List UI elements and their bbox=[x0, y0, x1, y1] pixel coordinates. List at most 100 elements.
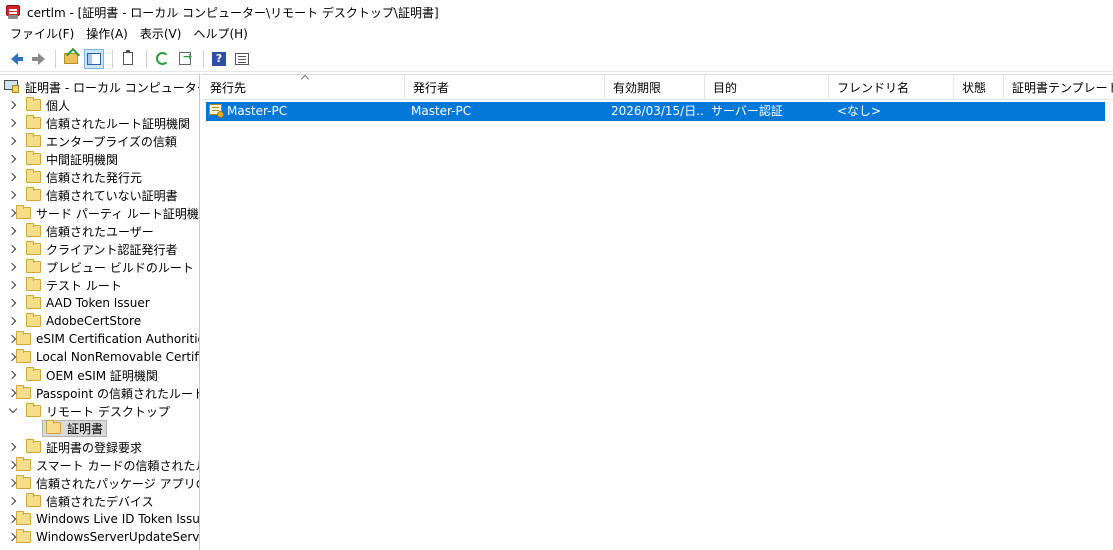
column-label: 目的 bbox=[713, 81, 738, 95]
tree-item-aad-token-issuer[interactable]: AAD Token Issuer bbox=[0, 294, 199, 312]
column-header-issued-to[interactable]: 発行先 bbox=[202, 75, 405, 100]
forward-button[interactable] bbox=[27, 49, 47, 69]
chevron-right-icon[interactable] bbox=[8, 316, 18, 326]
tree-item-untrusted[interactable]: 信頼されていない証明書 bbox=[0, 186, 199, 204]
tree-item-trusted-devices[interactable]: 信頼されたデバイス bbox=[0, 492, 199, 510]
table-row[interactable]: Master-PC Master-PC 2026/03/15/日... サーバー… bbox=[206, 102, 1105, 121]
folder-icon bbox=[26, 169, 41, 183]
chevron-right-icon[interactable] bbox=[8, 370, 18, 380]
folder-icon bbox=[16, 529, 31, 543]
export-list-button[interactable] bbox=[175, 49, 195, 69]
tree-root-local-computer[interactable]: 証明書 - ローカル コンピューター bbox=[4, 78, 199, 96]
tree-item-client-auth-issuers[interactable]: クライアント認証発行者 bbox=[0, 240, 199, 258]
back-button[interactable] bbox=[4, 49, 24, 69]
folder-icon bbox=[16, 349, 31, 363]
chevron-right-icon[interactable] bbox=[8, 262, 18, 272]
export-list-icon bbox=[179, 50, 192, 65]
chevron-right-icon[interactable] bbox=[8, 100, 18, 110]
properties-button[interactable] bbox=[232, 49, 252, 69]
folder-icon bbox=[26, 187, 41, 201]
column-header-friendly-name[interactable]: フレンドリ名 bbox=[829, 75, 954, 100]
menu-action[interactable]: 操作(A) bbox=[80, 24, 134, 44]
tree-item-local-nonremovable[interactable]: Local NonRemovable Certificates bbox=[0, 348, 199, 366]
tree-item-esim-ca[interactable]: eSIM Certification Authorities bbox=[0, 330, 200, 348]
tree-item-label: 信頼されたルート証明機関 bbox=[46, 116, 191, 131]
tree-item-passpoint-roots[interactable]: Passpoint の信頼されたルート bbox=[0, 384, 199, 402]
tree-item-trusted-people[interactable]: 信頼されたユーザー bbox=[0, 222, 199, 240]
folder-icon bbox=[26, 439, 41, 453]
tree-item-trusted-root[interactable]: 信頼されたルート証明機関 bbox=[0, 114, 199, 132]
tree-item-preview-build-roots[interactable]: プレビュー ビルドのルート bbox=[0, 258, 199, 276]
tree-item-personal[interactable]: 個人 bbox=[0, 96, 199, 114]
certificate-list[interactable]: 発行先 発行者 有効期限 目的 フレンドリ名 状態 証明書テンプレート Mast… bbox=[202, 74, 1113, 550]
certlm-app-icon bbox=[5, 4, 21, 20]
console-tree[interactable]: 証明書 - ローカル コンピューター 個人 信頼されたルート証明機関 エンタープ… bbox=[0, 74, 200, 550]
toolbar-separator bbox=[55, 49, 56, 68]
menu-view[interactable]: 表示(V) bbox=[134, 24, 188, 44]
folder-icon bbox=[26, 493, 41, 507]
cell-expiration: 2026/03/15/日... bbox=[611, 104, 705, 118]
chevron-down-icon[interactable] bbox=[8, 406, 18, 416]
folder-icon bbox=[26, 241, 41, 255]
tree-item-test-roots[interactable]: テスト ルート bbox=[0, 276, 199, 294]
tree-item-enterprise-trust[interactable]: エンタープライズの信頼 bbox=[0, 132, 199, 150]
sort-ascending-icon bbox=[300, 75, 310, 84]
chevron-right-icon[interactable] bbox=[8, 496, 18, 506]
refresh-button[interactable] bbox=[152, 49, 172, 69]
copy-button[interactable] bbox=[118, 49, 138, 69]
toolbar: ? bbox=[0, 46, 1113, 72]
column-header-template[interactable]: 証明書テンプレート bbox=[1004, 75, 1113, 100]
folder-icon bbox=[46, 420, 61, 434]
chevron-right-icon[interactable] bbox=[8, 226, 18, 236]
folder-icon bbox=[16, 457, 31, 471]
chevron-right-icon[interactable] bbox=[8, 280, 18, 290]
chevron-right-icon[interactable] bbox=[8, 442, 18, 452]
folder-icon bbox=[16, 475, 31, 489]
chevron-right-icon[interactable] bbox=[8, 298, 18, 308]
tree-item-remote-desktop-certificates[interactable]: 証明書 bbox=[42, 419, 199, 437]
toolbar-separator bbox=[146, 49, 147, 68]
chevron-right-icon[interactable] bbox=[8, 244, 18, 254]
chevron-right-icon[interactable] bbox=[8, 154, 18, 164]
forward-icon bbox=[31, 52, 45, 65]
tree-item-oem-esim-ca[interactable]: OEM eSIM 証明機関 bbox=[0, 366, 199, 384]
chevron-right-icon[interactable] bbox=[8, 136, 18, 146]
chevron-right-icon[interactable] bbox=[8, 190, 18, 200]
tree-item-smart-card-roots[interactable]: スマート カードの信頼されたルート bbox=[0, 456, 199, 474]
folder-icon bbox=[26, 133, 41, 147]
cell-issued-to: Master-PC bbox=[227, 104, 288, 118]
tree-item-label: プレビュー ビルドのルート bbox=[46, 260, 194, 275]
tree-item-trusted-publishers[interactable]: 信頼された発行元 bbox=[0, 168, 199, 186]
menu-help[interactable]: ヘルプ(H) bbox=[187, 24, 253, 44]
chevron-right-icon[interactable] bbox=[8, 172, 18, 182]
column-header-expiration[interactable]: 有効期限 bbox=[605, 75, 705, 100]
tree-item-label: 証明書の登録要求 bbox=[46, 440, 143, 455]
refresh-icon bbox=[155, 52, 169, 65]
up-one-level-button[interactable] bbox=[61, 49, 81, 69]
tree-item-label: AAD Token Issuer bbox=[46, 296, 150, 310]
folder-icon bbox=[26, 295, 41, 309]
tree-item-trusted-package-installers[interactable]: 信頼されたパッケージ アプリのインストール元 bbox=[0, 474, 199, 492]
menu-file[interactable]: ファイル(F) bbox=[4, 24, 80, 44]
column-header-issued-by[interactable]: 発行者 bbox=[405, 75, 605, 100]
selected-tree-node[interactable]: 証明書 bbox=[42, 419, 108, 437]
tree-item-intermediate-ca[interactable]: 中間証明機関 bbox=[0, 150, 199, 168]
tree-item-enrollment-requests[interactable]: 証明書の登録要求 bbox=[0, 438, 199, 456]
show-hide-console-tree-button[interactable] bbox=[84, 48, 104, 69]
tree-item-remote-desktop[interactable]: リモート デスクトップ bbox=[0, 402, 199, 420]
column-header-status[interactable]: 状態 bbox=[954, 75, 1004, 100]
column-label: 発行者 bbox=[413, 81, 450, 95]
tree-item-label: eSIM Certification Authorities bbox=[36, 332, 200, 346]
tree-item-windows-live-id[interactable]: Windows Live ID Token Issuer bbox=[0, 510, 200, 528]
folder-icon bbox=[26, 151, 41, 165]
toolbar-separator bbox=[112, 49, 113, 68]
help-icon: ? bbox=[212, 51, 226, 66]
tree-item-adobe-cert-store[interactable]: AdobeCertStore bbox=[0, 312, 199, 330]
folder-icon bbox=[16, 385, 31, 399]
tree-item-wsus[interactable]: WindowsServerUpdateServices bbox=[0, 528, 199, 546]
tree-item-label: Windows Live ID Token Issuer bbox=[36, 512, 200, 526]
help-button[interactable]: ? bbox=[209, 49, 229, 69]
column-header-purpose[interactable]: 目的 bbox=[705, 75, 829, 100]
chevron-right-icon[interactable] bbox=[8, 118, 18, 128]
tree-item-third-party-root[interactable]: サード パーティ ルート証明機関 bbox=[0, 204, 199, 222]
